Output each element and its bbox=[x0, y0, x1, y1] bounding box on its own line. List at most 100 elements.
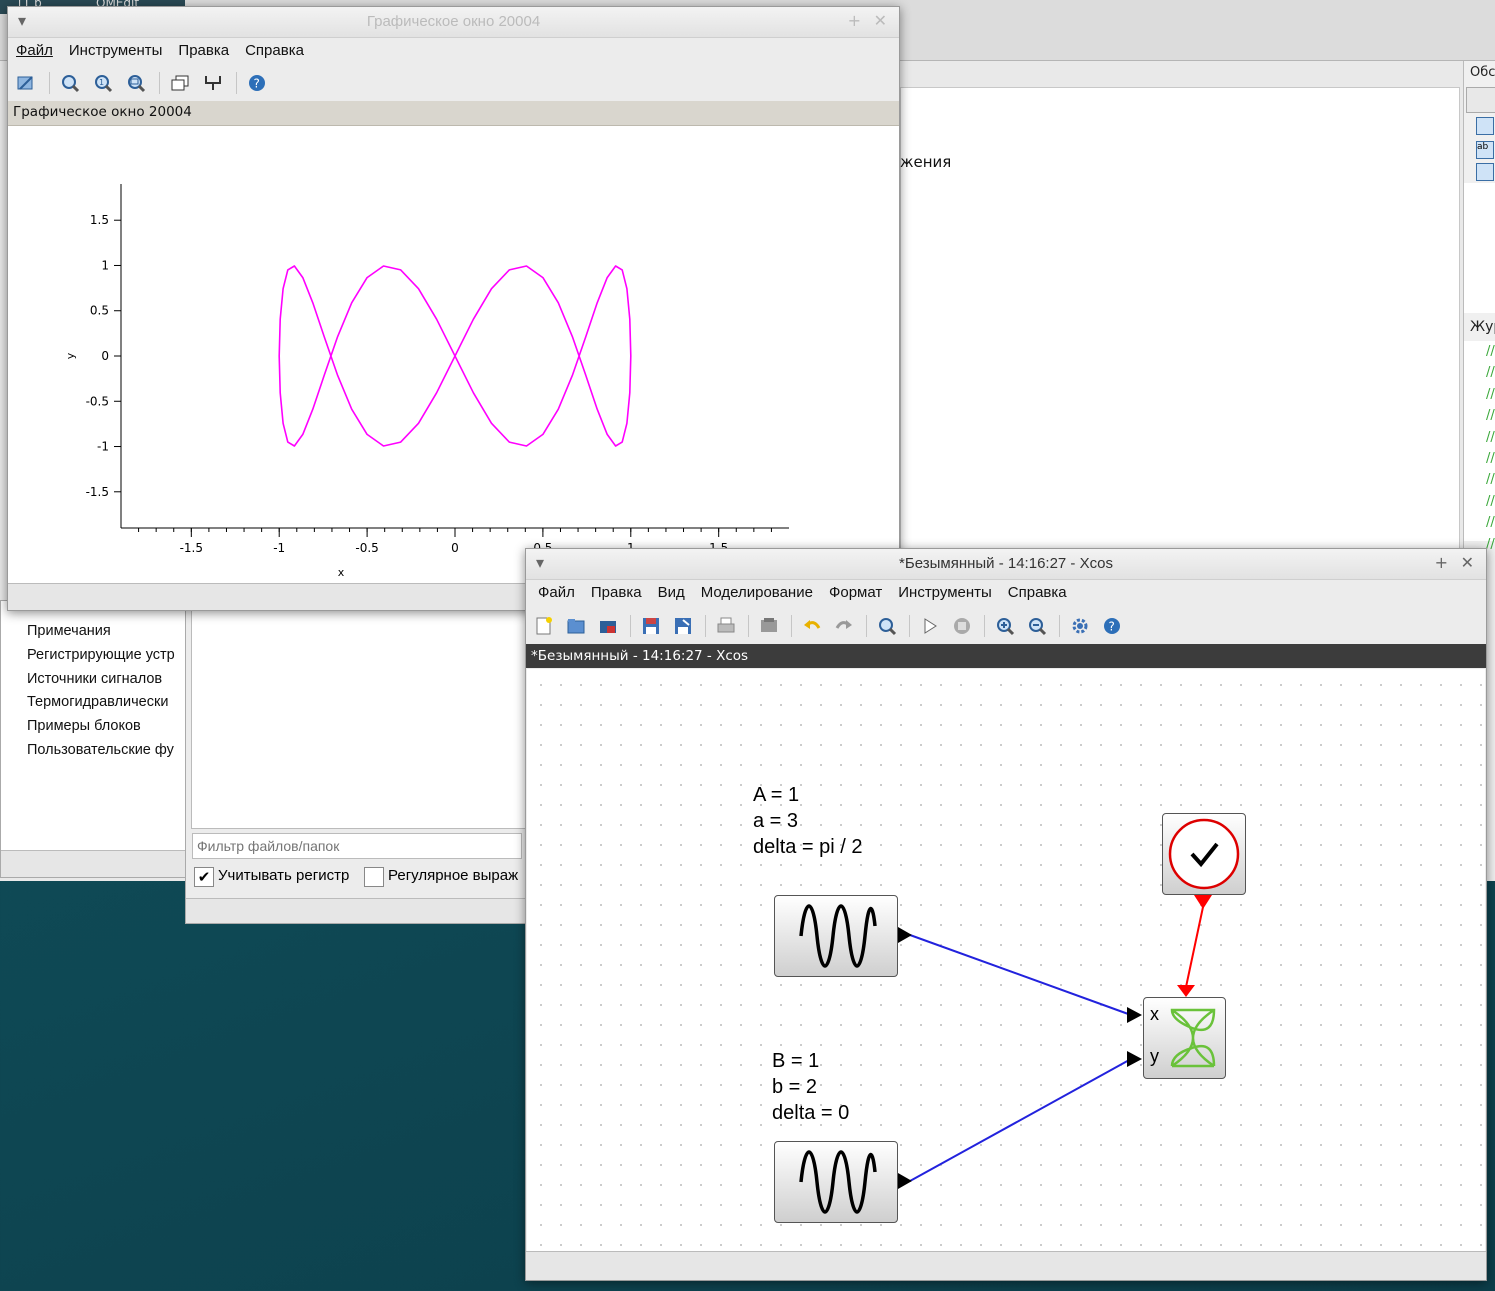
palette-list: Примечания Регистрирующие устр Источники… bbox=[27, 620, 175, 763]
zoom-area-icon[interactable] bbox=[124, 71, 148, 95]
graphic-window-title: Графическое окно 20004 bbox=[366, 13, 541, 30]
maximize-icon[interactable]: + bbox=[848, 11, 861, 30]
clock-block[interactable] bbox=[1162, 813, 1246, 895]
file-filter-input[interactable] bbox=[192, 833, 522, 859]
menu-file[interactable]: Файл bbox=[16, 38, 53, 64]
palette-item[interactable]: Регистрирующие устр bbox=[27, 644, 175, 668]
open-in-scilab-icon[interactable] bbox=[596, 614, 620, 638]
xcos-statusbar bbox=[526, 1251, 1486, 1280]
right-dock-title: Обс bbox=[1470, 65, 1495, 80]
menu-view[interactable]: Вид bbox=[658, 580, 685, 606]
menu-help[interactable]: Справка bbox=[245, 38, 304, 64]
palette-item[interactable]: Термогидравлически bbox=[27, 691, 175, 715]
open-icon[interactable] bbox=[564, 614, 588, 638]
palette-item[interactable]: Примеры блоков bbox=[27, 715, 175, 739]
sine-wave-icon bbox=[799, 904, 877, 968]
print-icon[interactable] bbox=[714, 614, 738, 638]
y-tick-label: 0 bbox=[101, 349, 109, 363]
palette-statusbar bbox=[1, 850, 189, 877]
start-simulation-icon[interactable] bbox=[918, 614, 942, 638]
menu-tools[interactable]: Инструменты bbox=[69, 38, 163, 64]
datatip-icon[interactable] bbox=[201, 71, 225, 95]
new-diagram-icon[interactable] bbox=[532, 614, 556, 638]
menu-file[interactable]: Файл bbox=[538, 580, 575, 606]
text-annotation-1[interactable]: A = 1 a = 3 delta = pi / 2 bbox=[753, 782, 863, 860]
clock-output-port[interactable] bbox=[1194, 895, 1212, 909]
case-checkbox[interactable]: ✔ bbox=[194, 867, 214, 887]
xcos-tab-title[interactable]: *Безымянный - 14:16:27 - Xcos bbox=[531, 648, 748, 664]
menu-edit[interactable]: Правка bbox=[178, 38, 229, 64]
save-as-icon[interactable] bbox=[671, 614, 695, 638]
note1-line: A = 1 bbox=[753, 784, 800, 806]
note2-line: b = 2 bbox=[772, 1076, 818, 1098]
toolbar-separator bbox=[236, 72, 237, 94]
note2-line: delta = 0 bbox=[772, 1102, 850, 1124]
x-tick-label: -1.5 bbox=[180, 541, 203, 555]
palette-item[interactable]: Источники сигналов bbox=[27, 668, 175, 692]
link-sine1-to-scope[interactable] bbox=[909, 934, 1132, 1016]
maximize-icon[interactable]: + bbox=[1435, 553, 1448, 572]
toolbar-separator bbox=[705, 615, 706, 637]
xcos-titlebar[interactable]: ▾ *Безымянный - 14:16:27 - Xcos + ✕ bbox=[526, 549, 1486, 580]
palette-item[interactable]: Примечания bbox=[27, 620, 175, 644]
window-stack-icon[interactable] bbox=[168, 71, 192, 95]
output-port-sine2[interactable] bbox=[898, 1173, 912, 1189]
link-clock-to-scope[interactable] bbox=[1185, 906, 1204, 988]
export-icon[interactable] bbox=[757, 614, 781, 638]
menu-edit[interactable]: Правка bbox=[591, 580, 642, 606]
settings-icon[interactable] bbox=[1068, 614, 1092, 638]
palette-item[interactable]: Пользовательские фу bbox=[27, 739, 175, 763]
zoom-in-icon[interactable] bbox=[993, 614, 1017, 638]
toolbar-separator bbox=[1059, 615, 1060, 637]
journal-area: //////////////////// bbox=[1464, 341, 1495, 552]
input-port-y[interactable] bbox=[1127, 1051, 1142, 1067]
zoom-reset-icon[interactable]: 1 bbox=[91, 71, 115, 95]
rotate-icon[interactable] bbox=[14, 71, 38, 95]
graphic-toolbar: 1 ? bbox=[8, 68, 899, 98]
close-icon[interactable]: ✕ bbox=[874, 11, 887, 30]
xcos-window: ▾ *Безымянный - 14:16:27 - Xcos + ✕ Файл… bbox=[525, 548, 1487, 1281]
y-tick-label: 1.5 bbox=[90, 213, 109, 227]
sine-generator-block-2[interactable] bbox=[774, 1141, 898, 1223]
right-dock-button[interactable] bbox=[1466, 87, 1495, 113]
x-tick-label: 0 bbox=[451, 541, 459, 555]
undo-icon[interactable] bbox=[800, 614, 824, 638]
output-port-sine1[interactable] bbox=[898, 927, 912, 943]
menu-tools[interactable]: Инструменты bbox=[898, 580, 992, 606]
close-icon[interactable]: ✕ bbox=[1461, 553, 1474, 572]
plot-canvas[interactable]: -1.5-1-0.500.511.51.510.50-0.5-1-1.5xy bbox=[8, 126, 899, 584]
xcos-tab-bar: *Безымянный - 14:16:27 - Xcos bbox=[526, 644, 1486, 668]
boolean-icon[interactable] bbox=[1476, 163, 1494, 181]
stop-simulation-icon[interactable] bbox=[950, 614, 974, 638]
y-tick-label: -1 bbox=[97, 440, 109, 454]
cscopxy-block[interactable]: x y bbox=[1143, 997, 1226, 1079]
zoom-in-icon[interactable] bbox=[58, 71, 82, 95]
scope-event-input-port[interactable] bbox=[1177, 985, 1195, 997]
link-sine2-to-scope[interactable] bbox=[909, 1058, 1132, 1182]
help-icon[interactable]: ? bbox=[1100, 614, 1124, 638]
y-axis-label: y bbox=[64, 352, 77, 359]
toolbar-separator bbox=[909, 615, 910, 637]
fit-diagram-icon[interactable] bbox=[875, 614, 899, 638]
regex-checkbox[interactable] bbox=[364, 867, 384, 887]
input-port-x[interactable] bbox=[1127, 1007, 1142, 1023]
regex-checkbox-label: Регулярное выраж bbox=[388, 867, 519, 884]
toolbar-separator bbox=[49, 72, 50, 94]
file-list-area[interactable] bbox=[191, 601, 531, 829]
sine-generator-block-1[interactable] bbox=[774, 895, 898, 977]
console-text-fragment: жения bbox=[900, 153, 952, 171]
palette-browser-window: Примечания Регистрирующие устр Источники… bbox=[0, 600, 190, 878]
diagram-canvas[interactable]: A = 1 a = 3 delta = pi / 2 B = 1 b = 2 d… bbox=[527, 669, 1485, 1252]
graphic-window-titlebar[interactable]: ▾ Графическое окно 20004 + ✕ bbox=[8, 7, 899, 38]
menu-simulation[interactable]: Моделирование bbox=[701, 580, 813, 606]
menu-help[interactable]: Справка bbox=[1008, 580, 1067, 606]
variable-icon[interactable] bbox=[1476, 117, 1494, 135]
help-icon[interactable]: ? bbox=[245, 71, 269, 95]
save-icon[interactable] bbox=[639, 614, 663, 638]
zoom-out-icon[interactable] bbox=[1025, 614, 1049, 638]
text-annotation-2[interactable]: B = 1 b = 2 delta = 0 bbox=[772, 1048, 849, 1126]
menu-format[interactable]: Формат bbox=[829, 580, 882, 606]
redo-icon[interactable] bbox=[832, 614, 856, 638]
svg-text:?: ? bbox=[254, 77, 260, 91]
string-icon[interactable]: ab bbox=[1476, 141, 1494, 159]
